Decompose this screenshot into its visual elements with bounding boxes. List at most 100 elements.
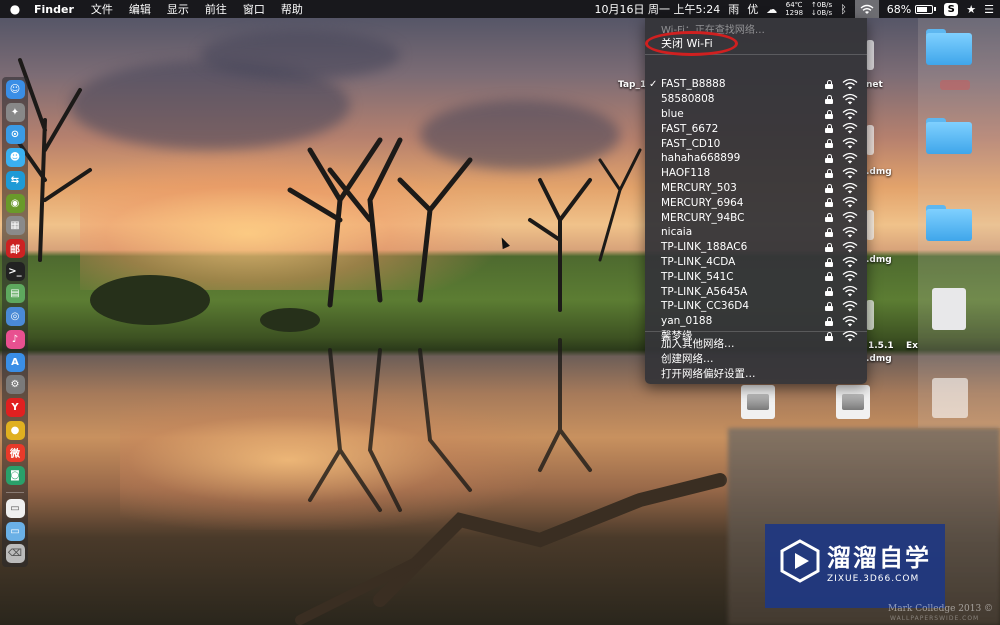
network-item[interactable]: TP-LINK_4CDA	[645, 255, 867, 270]
tiles-icon[interactable]: ▦	[5, 216, 25, 236]
chrome-icon[interactable]: ●	[5, 420, 25, 440]
desktop-item-partial[interactable]	[866, 210, 874, 240]
open-network-prefs-item[interactable]: 打开网络偏好设置…	[661, 366, 756, 381]
lock-icon	[825, 257, 833, 267]
desktop-label-tap[interactable]: Tap_1	[618, 80, 646, 90]
dmg-file-icon[interactable]	[836, 385, 870, 419]
menu-help[interactable]: 帮助	[273, 1, 311, 17]
s-app-icon[interactable]: S	[944, 2, 959, 16]
app-green-icon[interactable]: ◙	[5, 466, 25, 486]
network-item[interactable]: TP-LINK_CC36D4	[645, 299, 867, 314]
launchpad-icon[interactable]: ✦	[5, 102, 25, 122]
document-icon[interactable]: ▭	[5, 498, 25, 518]
wifi-signal-icon	[842, 286, 858, 297]
android-icon[interactable]: ◉	[5, 193, 25, 213]
lock-icon	[825, 213, 833, 223]
spotlight-icon[interactable]: ★	[966, 3, 976, 16]
menu-edit[interactable]: 编辑	[121, 1, 159, 17]
network-item[interactable]: yan_0188	[645, 314, 867, 329]
menu-clock[interactable]: 10月16日 周一 上午5:24	[595, 1, 721, 17]
watermark-logo: 溜溜自学 ZIXUE.3D66.COM	[765, 524, 945, 608]
desktop-document[interactable]	[932, 288, 966, 330]
desktop-item-blurred[interactable]	[932, 378, 968, 418]
net-up-speed: ↑0B/s	[811, 1, 833, 9]
netease-icon[interactable]: 邮	[5, 239, 25, 258]
desktop-item-blurred[interactable]	[940, 80, 970, 90]
network-name: TP-LINK_4CDA	[661, 255, 736, 268]
apple-icon[interactable]: ●	[0, 2, 30, 16]
network-item[interactable]: HAOF118	[645, 166, 867, 181]
lock-icon	[825, 124, 833, 134]
preferences-icon[interactable]: ⚙	[5, 375, 25, 395]
wifi-signal-icon	[842, 108, 858, 120]
network-item[interactable]: TP-LINK_A5645A	[645, 284, 867, 299]
menu-go[interactable]: 前往	[197, 1, 235, 17]
play-logo-icon	[780, 539, 820, 583]
network-item[interactable]: blue	[645, 107, 867, 122]
network-item[interactable]: MERCURY_503	[645, 181, 867, 196]
wifi-signal-icon	[842, 226, 858, 238]
weather-status[interactable]: 雨	[728, 1, 739, 17]
finder-icon[interactable]: ☺	[5, 80, 25, 99]
wifi-menu-icon[interactable]	[854, 0, 879, 18]
trash-icon[interactable]: ⌫	[5, 544, 25, 564]
notification-center-icon[interactable]: ☰	[984, 3, 994, 16]
network-item[interactable]: ✓ FAST_B8888	[645, 77, 867, 92]
desktop-label-version[interactable]: 1.5.1	[868, 341, 894, 351]
bluetooth-icon[interactable]: ᛒ	[840, 3, 847, 16]
network-item[interactable]: hahaha668899	[645, 151, 867, 166]
contacts-icon[interactable]: ☻	[5, 148, 25, 168]
temperature-widget[interactable]: 64℃ 1298	[785, 1, 803, 17]
lock-icon	[825, 139, 833, 149]
menu-app-name[interactable]: Finder	[30, 3, 83, 16]
network-item[interactable]: MERCURY_94BC	[645, 210, 867, 225]
desktop-label-dmg2[interactable]: .dmg	[866, 255, 892, 265]
battery-tip	[934, 7, 937, 11]
battery-fill	[917, 6, 927, 12]
menu-view[interactable]: 显示	[159, 1, 197, 17]
yandex-icon[interactable]: Y	[5, 398, 25, 417]
lock-icon	[825, 183, 833, 193]
desktop-item-partial[interactable]	[866, 300, 874, 330]
menu-file[interactable]: 文件	[83, 1, 121, 17]
dmg-file-icon[interactable]	[741, 385, 775, 419]
siri-icon[interactable]: ◎	[5, 307, 25, 327]
battery-indicator[interactable]: 68%	[887, 3, 937, 16]
cloud-upload-icon[interactable]: ☁	[766, 3, 777, 16]
network-item[interactable]: FAST_6672	[645, 121, 867, 136]
network-name: yan_0188	[661, 315, 713, 328]
desktop-folder-3[interactable]	[926, 205, 972, 241]
net-speed-widget[interactable]: ↑0B/s ↓0B/s	[811, 1, 832, 17]
folder-icon[interactable]: ▭	[5, 521, 25, 541]
network-name: 58580808	[661, 93, 715, 106]
desktop-item-partial[interactable]	[866, 40, 874, 70]
terminal-icon[interactable]: >_	[5, 261, 25, 281]
desktop-label-ex[interactable]: Ex	[906, 341, 918, 351]
dock-separator	[6, 491, 24, 493]
network-item[interactable]: MERCURY_6964	[645, 195, 867, 210]
network-item[interactable]: FAST_CD10	[645, 136, 867, 151]
menu-window[interactable]: 窗口	[235, 1, 273, 17]
network-item[interactable]: TP-LINK_188AC6	[645, 240, 867, 255]
weather-extra[interactable]: 优	[747, 1, 758, 17]
network-name: TP-LINK_188AC6	[661, 241, 748, 254]
lock-icon	[825, 301, 833, 311]
safari-icon[interactable]: ⊙	[5, 125, 25, 145]
network-item[interactable]: nicaia	[645, 225, 867, 240]
desktop-label-net[interactable]: net	[866, 80, 883, 90]
weibo-icon[interactable]: 微	[5, 443, 25, 463]
network-item[interactable]: TP-LINK_541C	[645, 269, 867, 284]
desktop-label-dmg1[interactable]: .dmg	[866, 167, 892, 177]
desktop-label-dmg3[interactable]: .dmg	[866, 354, 892, 364]
migration-icon[interactable]: ⇆	[5, 170, 25, 190]
desktop-folder-1[interactable]	[926, 29, 972, 65]
join-other-network-item[interactable]: 加入其他网络…	[661, 336, 735, 351]
network-item[interactable]: 58580808	[645, 92, 867, 107]
network-name: FAST_6672	[661, 122, 719, 135]
appstore-icon[interactable]: A	[5, 352, 25, 372]
desktop-folder-2[interactable]	[926, 118, 972, 154]
itunes-icon[interactable]: ♪	[5, 329, 25, 349]
desktop-item-partial[interactable]	[866, 125, 874, 155]
create-network-item[interactable]: 创建网络…	[661, 351, 714, 366]
preview-icon[interactable]: ▤	[5, 284, 25, 304]
